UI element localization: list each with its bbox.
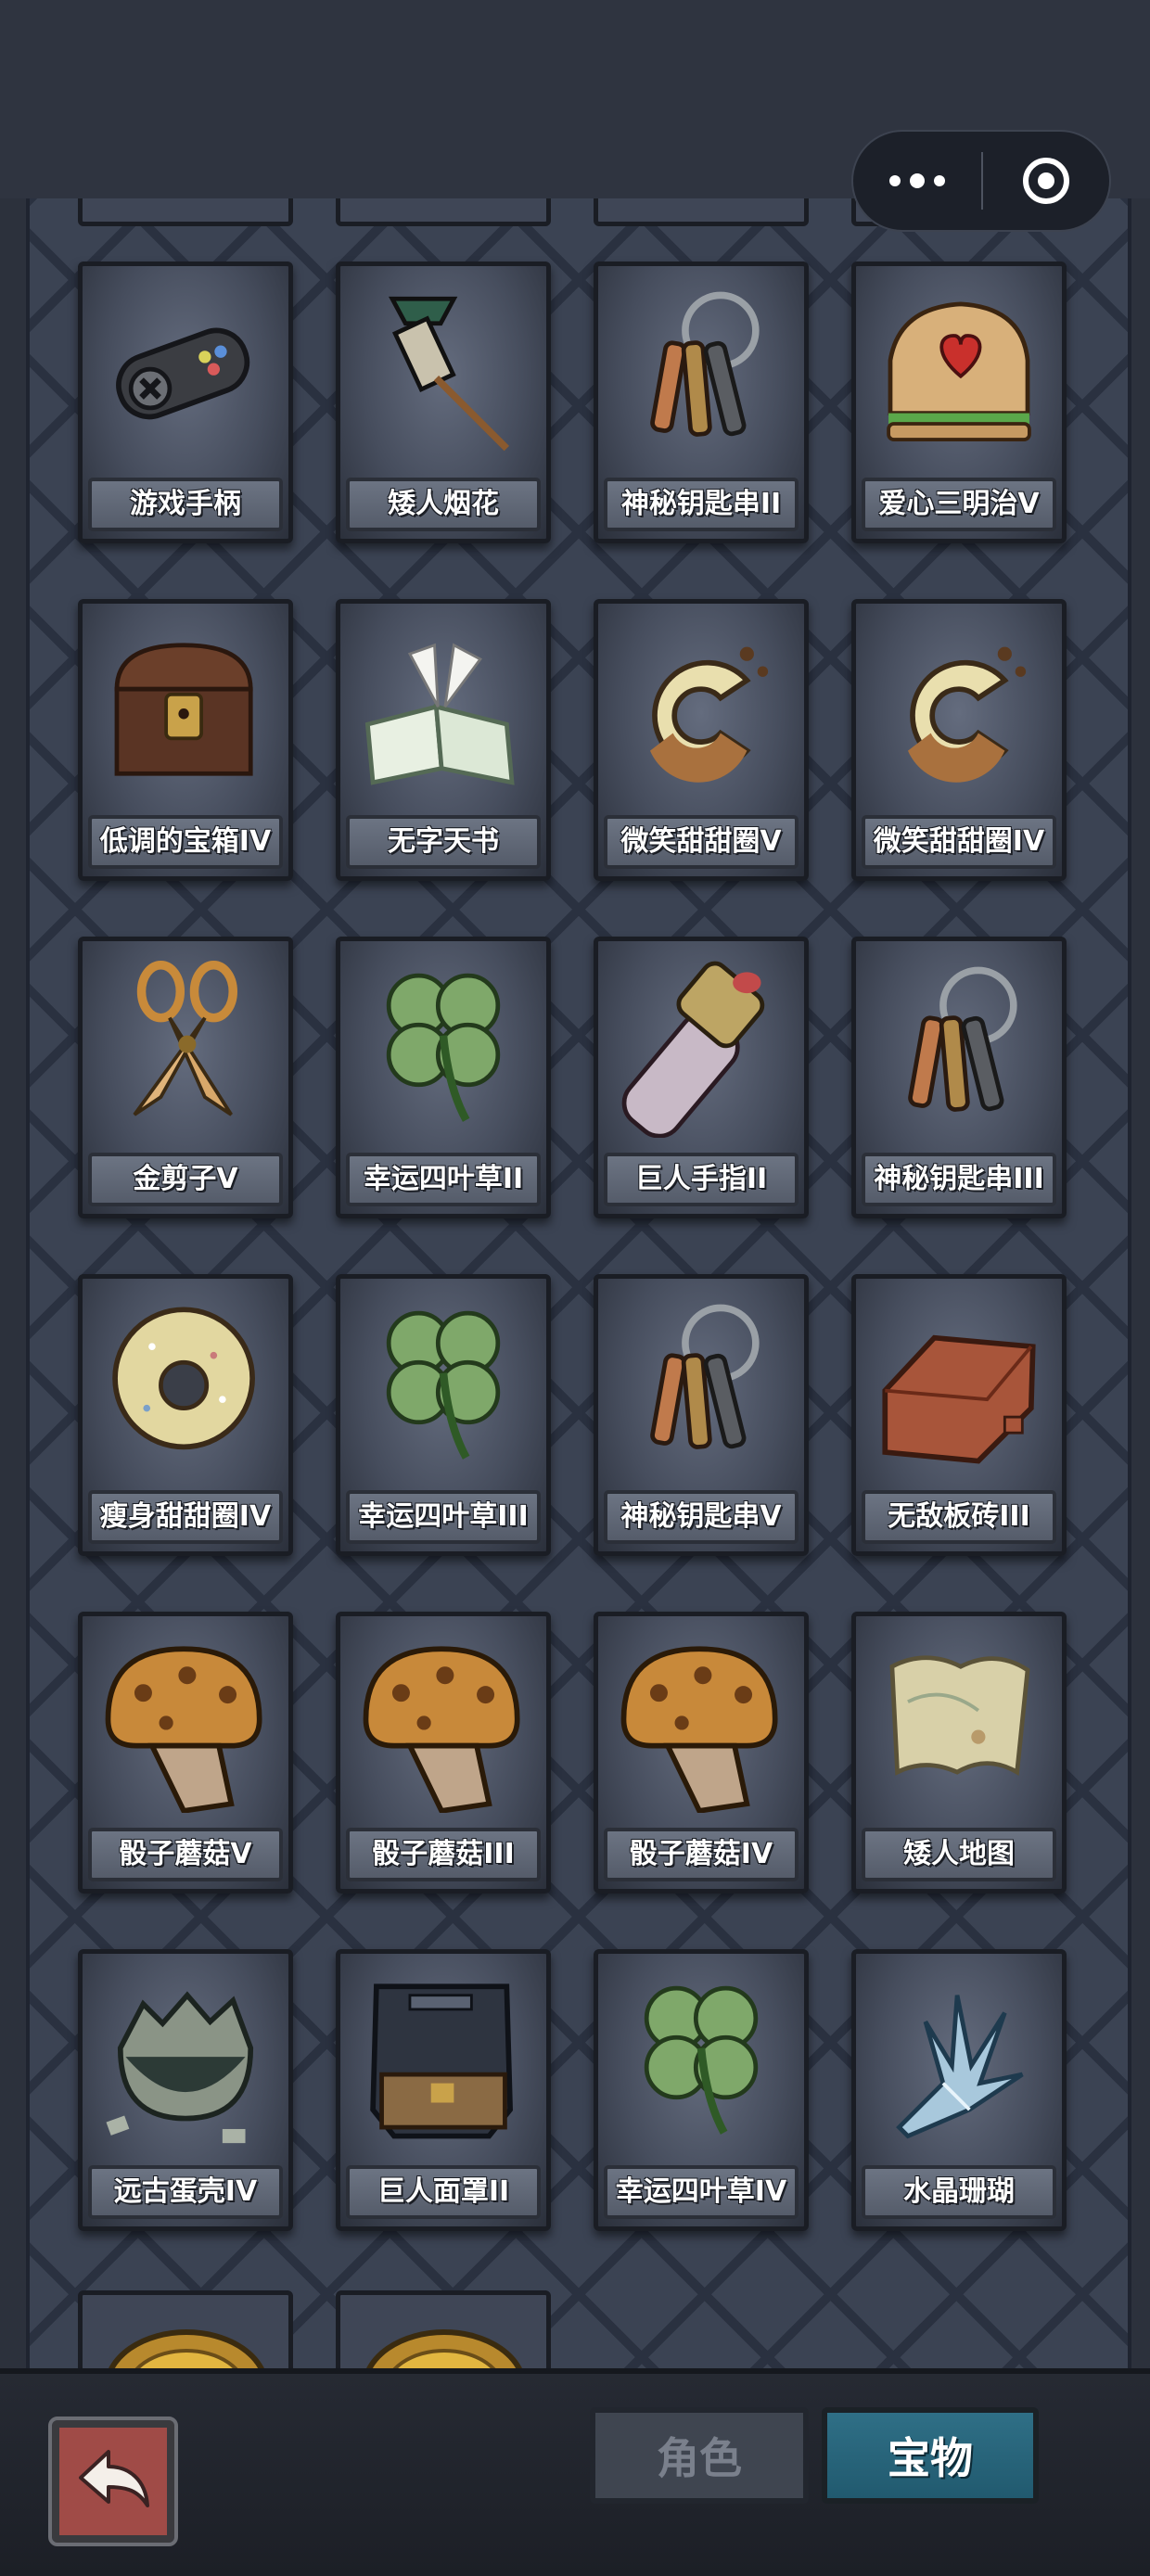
treasure-label: 游戏手柄	[88, 478, 283, 531]
partial-card-top	[594, 198, 809, 226]
treasure-label: 矮人烟花	[346, 478, 541, 531]
gold-coin-icon	[366, 2329, 522, 2368]
treasure-card[interactable]: 幸运四叶草II	[336, 937, 551, 1218]
treasure-label: 骰子蘑菇V	[88, 1828, 283, 1881]
treasure-label: 无字天书	[346, 815, 541, 869]
treasure-label: 幸运四叶草IV	[604, 2165, 799, 2219]
golden-scissors-icon	[133, 961, 237, 1116]
treasure-card[interactable]: 矮人烟花	[336, 261, 551, 543]
partial-card-bottom[interactable]	[336, 2290, 551, 2368]
treasure-card[interactable]: 巨人面罩II	[336, 1949, 551, 2231]
treasure-card[interactable]: 微笑甜甜圈IV	[851, 599, 1067, 881]
giant-mask-icon	[370, 1983, 513, 2139]
more-dots-icon[interactable]	[853, 132, 981, 230]
back-button[interactable]	[48, 2417, 178, 2546]
partial-card-top	[78, 198, 293, 226]
treasure-label: 远古蛋壳IV	[88, 2165, 283, 2219]
dice-mushroom-icon	[363, 1646, 520, 1813]
bottom-nav-bar: 角色 宝物	[0, 2368, 1150, 2576]
gamepad-icon	[116, 327, 250, 420]
scroll-map-icon	[889, 1655, 1030, 1777]
smile-donut-icon	[649, 646, 769, 783]
treasure-label: 金剪子V	[88, 1153, 283, 1206]
key-ring-icon	[650, 291, 760, 437]
treasure-card[interactable]: 微笑甜甜圈V	[594, 599, 809, 881]
frosted-donut-icon	[112, 1307, 255, 1450]
four-leaf-clover-icon	[386, 1310, 501, 1460]
treasure-label: 巨人手指II	[604, 1153, 799, 1206]
treasure-card[interactable]: 神秘钥匙串III	[851, 937, 1067, 1218]
treasure-grid-panel[interactable]: 游戏手柄 矮人烟花 神秘钥匙串II 爱心三明治V 低调的宝箱IV 无字天书 微笑甜甜圈V 微笑…	[26, 198, 1131, 2368]
target-close-icon[interactable]	[983, 158, 1109, 204]
tab-roles[interactable]: 角色	[590, 2407, 809, 2504]
tab-treasure[interactable]: 宝物	[822, 2407, 1039, 2504]
treasure-card[interactable]: 幸运四叶草IV	[594, 1949, 809, 2231]
treasure-card[interactable]: 远古蛋壳IV	[78, 1949, 293, 2231]
treasure-label: 神秘钥匙串III	[862, 1153, 1056, 1206]
treasure-label: 神秘钥匙串V	[604, 1490, 799, 1544]
treasure-chest-icon	[114, 643, 253, 776]
treasure-card[interactable]: 骰子蘑菇III	[336, 1612, 551, 1894]
treasure-label: 低调的宝箱IV	[88, 815, 283, 869]
treasure-card[interactable]: 巨人手指II	[594, 937, 809, 1218]
firework-rocket-icon	[388, 296, 510, 452]
treasure-label: 幸运四叶草III	[346, 1490, 541, 1544]
treasure-label: 水晶珊瑚	[862, 2165, 1056, 2219]
treasure-label: 矮人地图	[862, 1828, 1056, 1881]
treasure-label: 无敌板砖III	[862, 1490, 1056, 1544]
treasure-label: 幸运四叶草II	[346, 1153, 541, 1206]
dice-mushroom-icon	[620, 1646, 778, 1813]
treasure-card[interactable]: 矮人地图	[851, 1612, 1067, 1894]
eggshell-icon	[106, 1991, 254, 2144]
gold-coin-icon	[109, 2329, 264, 2368]
partial-card-top	[336, 198, 551, 226]
giant-finger-icon	[621, 961, 765, 1138]
treasure-label: 巨人面罩II	[346, 2165, 541, 2219]
treasure-card[interactable]: 神秘钥匙串II	[594, 261, 809, 543]
mini-program-capsule	[851, 130, 1111, 232]
brick-icon	[882, 1334, 1036, 1464]
smile-donut-icon	[907, 646, 1027, 783]
treasure-label: 神秘钥匙串II	[604, 478, 799, 531]
four-leaf-clover-icon	[386, 973, 501, 1122]
treasure-card[interactable]: 无敌板砖III	[851, 1274, 1067, 1556]
treasure-card[interactable]: 神秘钥匙串V	[594, 1274, 809, 1556]
blank-book-icon	[364, 643, 515, 785]
four-leaf-clover-icon	[644, 1985, 759, 2135]
key-ring-icon	[908, 966, 1017, 1112]
back-arrow-icon	[79, 2450, 149, 2507]
treasure-card[interactable]: 爱心三明治V	[851, 261, 1067, 543]
treasure-label: 骰子蘑菇IV	[604, 1828, 799, 1881]
treasure-label: 微笑甜甜圈V	[604, 815, 799, 869]
dice-mushroom-icon	[105, 1646, 262, 1813]
crystal-coral-icon	[896, 1995, 1024, 2139]
treasure-card[interactable]: 低调的宝箱IV	[78, 599, 293, 881]
treasure-card[interactable]: 瘦身甜甜圈IV	[78, 1274, 293, 1556]
treasure-card[interactable]: 金剪子V	[78, 937, 293, 1218]
treasure-card[interactable]: 游戏手柄	[78, 261, 293, 543]
treasure-label: 骰子蘑菇III	[346, 1828, 541, 1881]
treasure-label: 瘦身甜甜圈IV	[88, 1490, 283, 1544]
partial-card-bottom[interactable]	[78, 2290, 293, 2368]
treasure-card[interactable]: 水晶珊瑚	[851, 1949, 1067, 2231]
key-ring-icon	[650, 1304, 760, 1449]
treasure-card[interactable]: 骰子蘑菇IV	[594, 1612, 809, 1894]
treasure-card[interactable]: 无字天书	[336, 599, 551, 881]
heart-sandwich-icon	[887, 301, 1031, 441]
treasure-label: 微笑甜甜圈IV	[862, 815, 1056, 869]
treasure-card[interactable]: 骰子蘑菇V	[78, 1612, 293, 1894]
treasure-card[interactable]: 幸运四叶草III	[336, 1274, 551, 1556]
treasure-label: 爱心三明治V	[862, 478, 1056, 531]
